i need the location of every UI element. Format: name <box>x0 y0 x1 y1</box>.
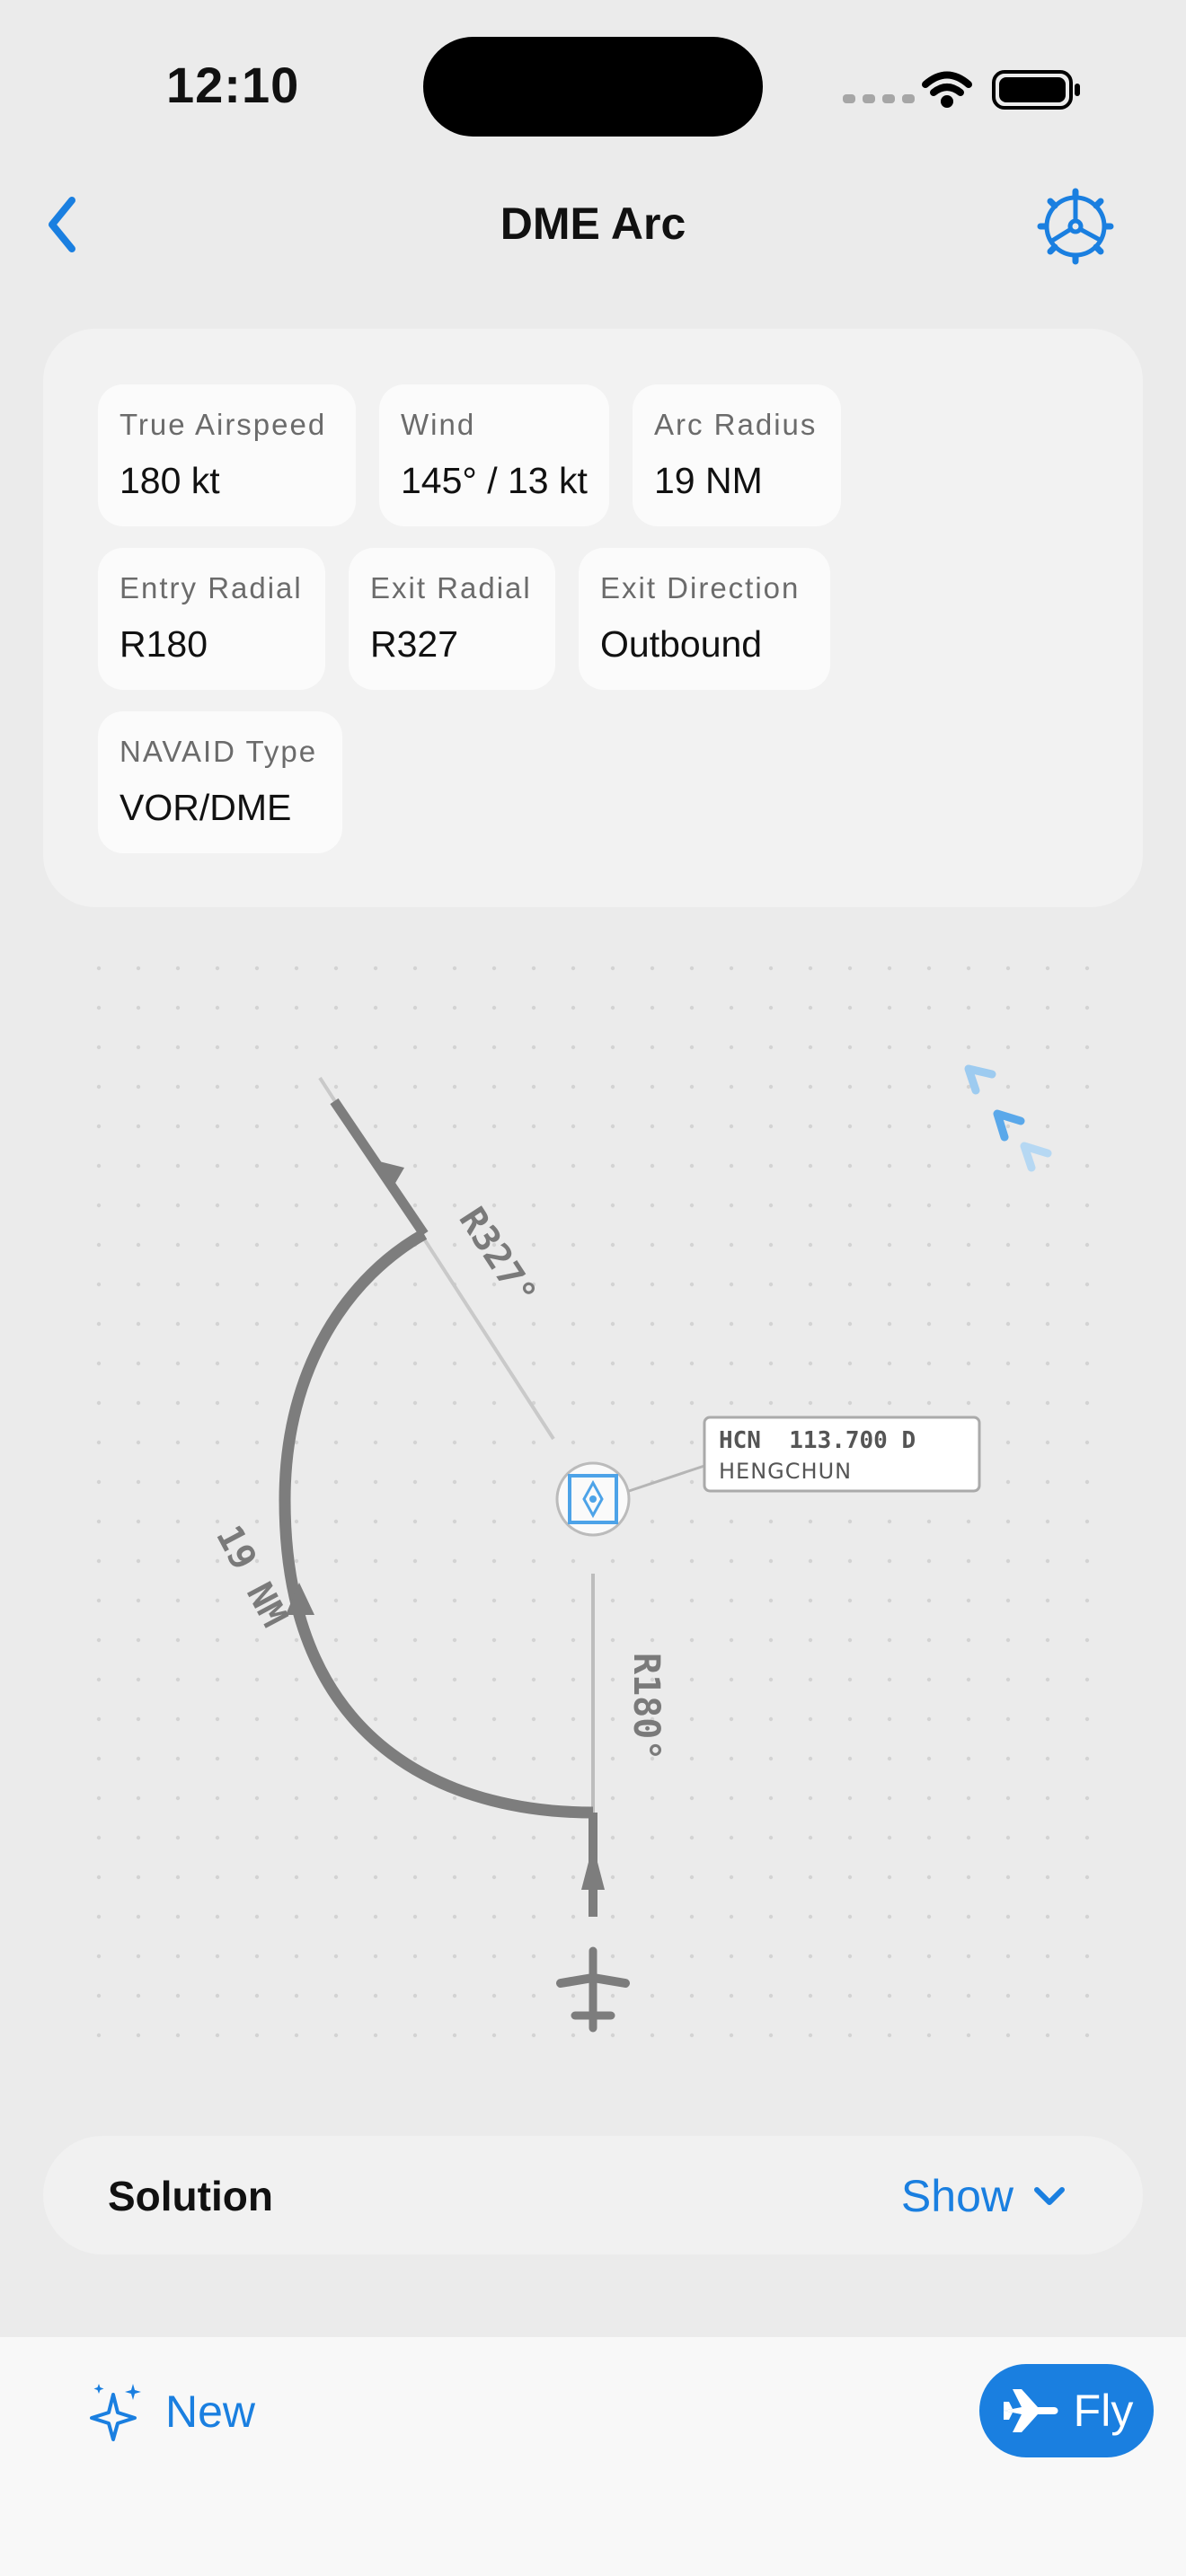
param-label: Exit Radial <box>370 571 532 604</box>
param-label: NAVAID Type <box>119 735 318 768</box>
battery-icon <box>992 70 1080 110</box>
solution-label: Solution <box>108 2173 273 2219</box>
parameters-card: True Airspeed 180 kt Wind 145° / 13 kt A… <box>43 329 1143 907</box>
status-icons <box>843 70 1080 110</box>
param-label: Exit Direction <box>600 571 801 604</box>
show-solution-button[interactable]: Show <box>901 2170 1067 2222</box>
param-navaid-type[interactable]: NAVAID Type VOR/DME <box>98 711 342 853</box>
param-value: R327 <box>370 623 459 665</box>
settings-button[interactable] <box>1033 184 1118 269</box>
vor-dme-navaid-icon <box>555 1461 631 1537</box>
navigation-bar: DME Arc <box>0 175 1186 274</box>
wifi-icon <box>922 71 972 108</box>
fly-label: Fly <box>1073 2386 1134 2436</box>
cellular-signal-icon <box>843 94 915 103</box>
param-value: 145° / 13 kt <box>401 460 588 501</box>
param-label: Entry Radial <box>119 571 303 604</box>
dynamic-island <box>423 37 763 137</box>
airplane-icon <box>1003 2389 1058 2432</box>
entry-radial-label: R180° <box>625 1653 667 1760</box>
param-label: True Airspeed <box>119 408 327 441</box>
status-bar: 12:10 <box>0 0 1186 171</box>
param-wind[interactable]: Wind 145° / 13 kt <box>379 384 609 526</box>
param-value: 19 NM <box>654 460 763 501</box>
fly-button[interactable]: Fly <box>979 2364 1154 2457</box>
gear-icon <box>1037 188 1114 265</box>
page-title: DME Arc <box>500 198 686 249</box>
status-time: 12:10 <box>166 57 300 113</box>
new-label: New <box>165 2386 256 2437</box>
param-value: Outbound <box>600 623 763 665</box>
param-exit-direction[interactable]: Exit Direction Outbound <box>579 548 830 690</box>
param-value: VOR/DME <box>119 787 292 828</box>
solution-bar[interactable]: Solution Show <box>43 2136 1143 2254</box>
show-label: Show <box>900 2171 1013 2221</box>
param-true-airspeed[interactable]: True Airspeed 180 kt <box>98 384 356 526</box>
sparkles-icon <box>90 2384 141 2441</box>
bottom-toolbar: New Fly <box>0 2337 1186 2576</box>
new-button[interactable]: New <box>90 2382 255 2441</box>
param-value: 180 kt <box>119 460 220 501</box>
param-arc-radius[interactable]: Arc Radius 19 NM <box>633 384 841 526</box>
dme-arc-diagram: HCN 113.700 D HENGCHUN R327° R180° 19 NM <box>75 934 1111 2039</box>
navaid-name: HENGCHUN <box>719 1459 852 1484</box>
param-exit-radial[interactable]: Exit Radial R327 <box>349 548 555 690</box>
chevron-down-icon <box>1034 2187 1065 2205</box>
param-label: Arc Radius <box>654 408 818 441</box>
param-entry-radial[interactable]: Entry Radial R180 <box>98 548 325 690</box>
navaid-ident-freq: HCN 113.700 D <box>719 1427 916 1454</box>
param-value: R180 <box>119 623 208 665</box>
param-label: Wind <box>401 408 476 441</box>
